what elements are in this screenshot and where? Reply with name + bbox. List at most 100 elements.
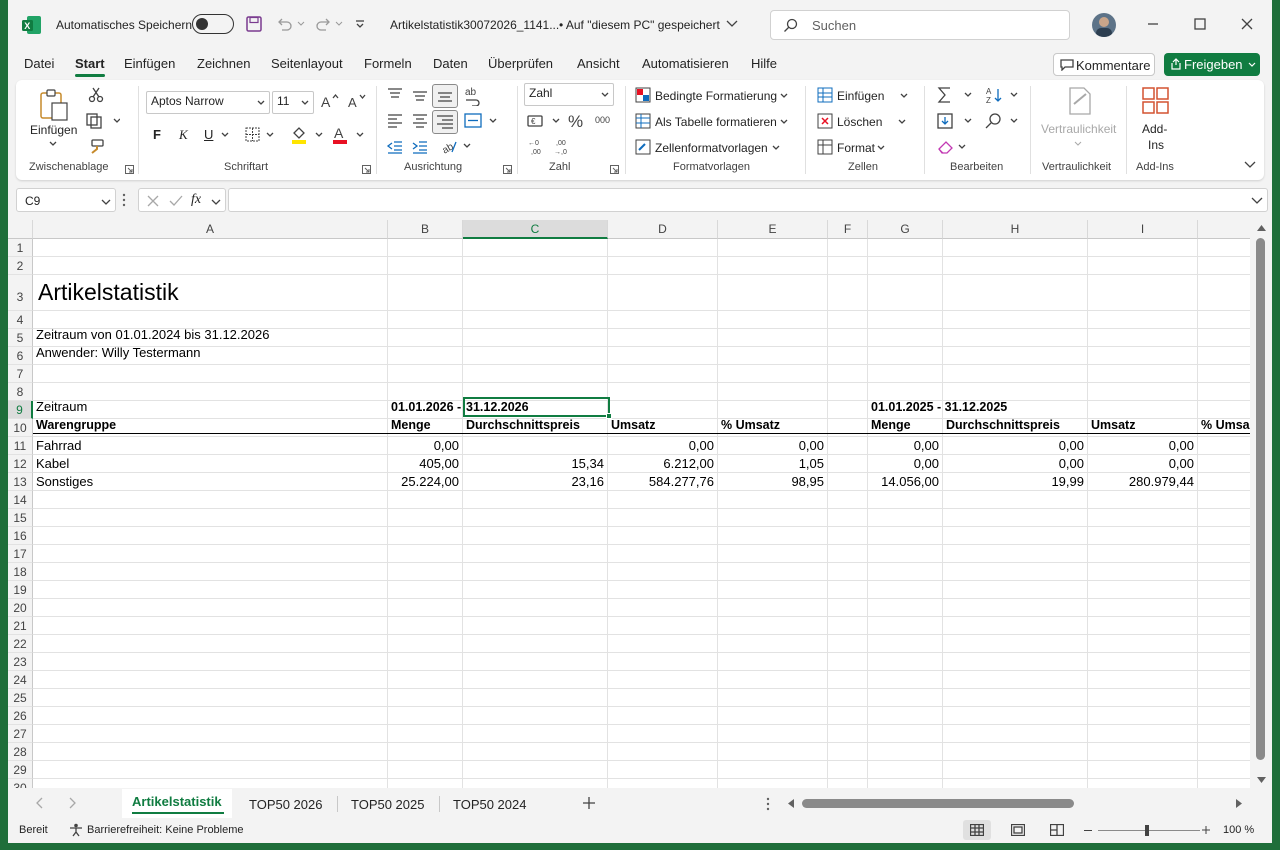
collapse-ribbon-icon[interactable] — [1244, 161, 1256, 169]
italic-button[interactable]: K — [179, 127, 188, 143]
tab-artikelstatistik[interactable]: Artikelstatistik — [122, 789, 232, 818]
undo-icon[interactable] — [276, 16, 306, 32]
decrease-decimal-icon[interactable]: ,00 →,0 — [554, 138, 572, 156]
row-header-17[interactable]: 17 — [8, 545, 33, 563]
tab-top50-2025[interactable]: TOP50 2025 — [351, 797, 424, 812]
row-header-15[interactable]: 15 — [8, 509, 33, 527]
normal-view-button[interactable] — [963, 820, 991, 840]
page-layout-view-icon[interactable] — [1011, 824, 1025, 836]
column-header-h[interactable]: H — [943, 220, 1088, 239]
select-all-corner[interactable] — [8, 220, 33, 239]
zoom-level[interactable]: 100 % — [1223, 824, 1254, 836]
tab-top50-2026[interactable]: TOP50 2026 — [249, 797, 322, 812]
autosum-icon[interactable] — [937, 86, 977, 104]
menu-daten[interactable]: Daten — [433, 56, 468, 71]
align-right-button[interactable] — [432, 110, 458, 134]
menu-seitenlayout[interactable]: Seitenlayout — [271, 56, 343, 71]
data-cell-g[interactable]: 0,00 — [868, 437, 939, 455]
thousands-separator-icon[interactable]: 000 — [595, 115, 610, 125]
header-durchschnittspreis[interactable]: Durchschnittspreis — [466, 416, 580, 434]
chevron-down-icon[interactable] — [780, 119, 788, 125]
save-icon[interactable] — [246, 16, 262, 32]
decrease-indent-icon[interactable] — [386, 138, 404, 156]
row-header-10[interactable]: 10 — [8, 419, 33, 437]
border-icon[interactable] — [245, 127, 277, 143]
scroll-right-icon[interactable] — [1236, 799, 1242, 808]
orientation-icon[interactable]: ab — [440, 138, 474, 154]
add-ins-icon[interactable] — [1141, 86, 1171, 116]
share-button[interactable]: Freigeben — [1164, 53, 1260, 76]
font-name-select[interactable]: Aptos Narrow — [146, 91, 270, 114]
row-header-25[interactable]: 25 — [8, 689, 33, 707]
tab-scroll-right-icon[interactable] — [67, 797, 77, 809]
paste-label[interactable]: Einfügen — [30, 123, 77, 137]
row-header-3[interactable]: 3 — [8, 275, 33, 311]
row-header-2[interactable]: 2 — [8, 257, 33, 275]
comments-button[interactable]: Kommentare — [1053, 53, 1155, 76]
header-umsatz[interactable]: Umsatz — [1091, 416, 1135, 434]
format-cells-icon[interactable] — [817, 139, 833, 155]
dialog-launcher-icon[interactable] — [503, 165, 512, 174]
increase-font-icon[interactable]: A — [321, 93, 339, 109]
delete-cells-icon[interactable] — [817, 113, 833, 129]
format-cells-label[interactable]: Format — [837, 141, 875, 155]
sensitivity-icon[interactable] — [1066, 86, 1094, 116]
menu-start[interactable]: Start — [75, 56, 105, 71]
column-header-g[interactable]: G — [868, 220, 943, 239]
autosave-toggle[interactable] — [192, 14, 234, 34]
fill-handle[interactable] — [606, 413, 612, 419]
data-cell-b[interactable]: 25.224,00 — [388, 473, 459, 491]
number-format-select[interactable]: Zahl — [524, 83, 614, 106]
row-header-14[interactable]: 14 — [8, 491, 33, 509]
copy-icon[interactable] — [86, 113, 120, 129]
menu-datei[interactable]: Datei — [24, 56, 54, 71]
data-cell-d[interactable]: 0,00 — [608, 437, 714, 455]
menu-hilfe[interactable]: Hilfe — [751, 56, 777, 71]
maximize-icon[interactable] — [1194, 18, 1206, 30]
merge-center-icon[interactable] — [464, 113, 498, 129]
conditional-format-icon[interactable] — [635, 87, 651, 103]
expand-formula-icon[interactable] — [1251, 197, 1263, 205]
page-break-view-icon[interactable] — [1050, 824, 1064, 836]
data-cell-h[interactable]: 19,99 — [943, 473, 1084, 491]
vertical-scrollbar[interactable] — [1250, 220, 1272, 788]
data-cell-g[interactable]: 14.056,00 — [868, 473, 939, 491]
font-color-icon[interactable]: A — [331, 125, 365, 145]
accessibility-icon[interactable] — [69, 823, 83, 837]
data-cell-i[interactable]: 0,00 — [1088, 437, 1194, 455]
paste-icon[interactable] — [38, 88, 70, 122]
accounting-format-icon[interactable]: € — [527, 113, 561, 129]
chevron-down-icon[interactable] — [221, 132, 229, 138]
data-cell-d[interactable]: 584.277,76 — [608, 473, 714, 491]
format-as-table-icon[interactable] — [635, 113, 651, 129]
horizontal-scrollbar[interactable] — [788, 796, 1250, 811]
search-box[interactable]: Suchen — [770, 10, 1070, 40]
data-cell-g[interactable]: 0,00 — [868, 455, 939, 473]
vertical-scroll-thumb[interactable] — [1256, 238, 1265, 760]
data-cell-b[interactable]: 0,00 — [388, 437, 459, 455]
header-durchschnittspreis[interactable]: Durchschnittspreis — [946, 416, 1060, 434]
chevron-down-icon[interactable] — [49, 141, 57, 147]
row-header-1[interactable]: 1 — [8, 239, 33, 257]
row-header-23[interactable]: 23 — [8, 653, 33, 671]
cell-styles-icon[interactable] — [635, 139, 651, 155]
row-header-5[interactable]: 5 — [8, 329, 33, 347]
close-icon[interactable] — [1241, 18, 1253, 30]
file-name[interactable]: Artikelstatistik30072026_1141... — [390, 18, 559, 32]
period-text[interactable]: Zeitraum von 01.01.2024 bis 31.12.2026 — [36, 326, 269, 344]
chevron-down-icon[interactable] — [898, 119, 906, 125]
align-middle-icon[interactable] — [411, 86, 429, 104]
dialog-launcher-icon[interactable] — [125, 165, 134, 174]
dialog-launcher-icon[interactable] — [610, 165, 619, 174]
format-as-table-label[interactable]: Als Tabelle formatieren — [655, 115, 777, 129]
period1-start[interactable]: 01.01.2026 - — [391, 398, 461, 416]
insert-function-button[interactable]: fx — [191, 192, 201, 208]
chevron-down-icon[interactable] — [900, 93, 908, 99]
row-header-26[interactable]: 26 — [8, 707, 33, 725]
avatar[interactable] — [1092, 13, 1116, 37]
increase-decimal-icon[interactable]: ←0,00 — [528, 138, 546, 156]
spreadsheet-grid[interactable]: ABCDEFGHI 1 2 3 4 5 6 7 8 9 10 11 12 13 14 15 16 17 18 19 2… — [8, 220, 1250, 788]
menu-ueberpruefen[interactable]: Überprüfen — [488, 56, 553, 71]
row-header-22[interactable]: 22 — [8, 635, 33, 653]
align-center-icon[interactable] — [411, 112, 429, 130]
